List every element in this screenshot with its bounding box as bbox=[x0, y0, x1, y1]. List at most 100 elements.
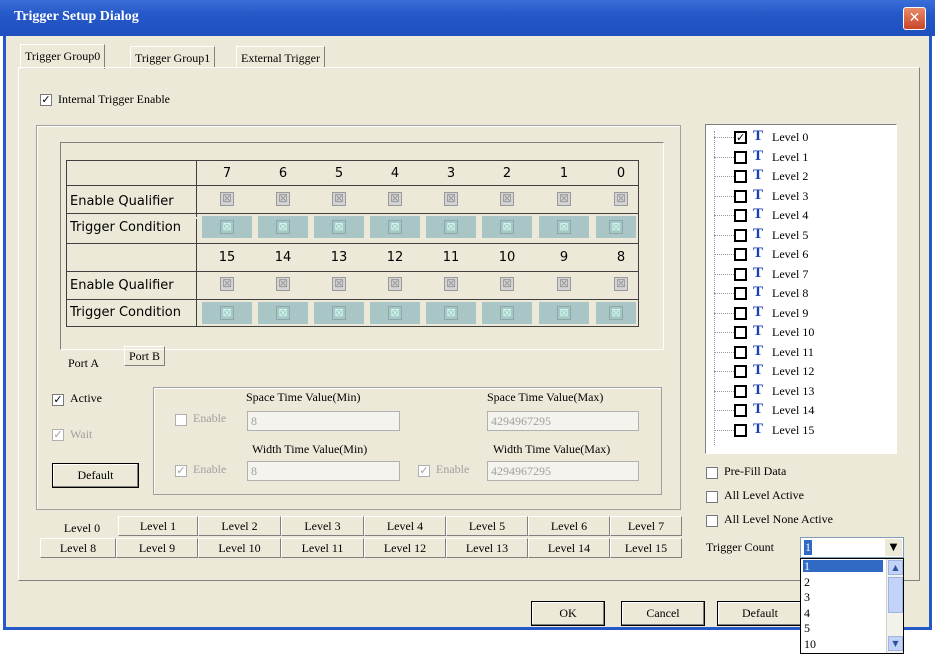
level-tab-4[interactable]: Level 4 bbox=[364, 516, 446, 536]
dropdown-option[interactable]: 4 bbox=[803, 607, 883, 619]
internal-trigger-checkbox[interactable]: ✓ bbox=[40, 94, 52, 106]
width-max-enable-checkbox[interactable]: ✓ bbox=[418, 465, 430, 477]
level-tab-14[interactable]: Level 14 bbox=[528, 538, 610, 558]
tree-item-checkbox[interactable] bbox=[734, 267, 747, 281]
space-min-field[interactable]: 8 bbox=[247, 411, 400, 431]
enable-qualifier-cell[interactable]: ⊠ bbox=[220, 277, 234, 291]
tree-item-checkbox[interactable] bbox=[734, 326, 747, 339]
level-tab-9[interactable]: Level 9 bbox=[116, 538, 198, 558]
level-tab-2[interactable]: Level 2 bbox=[198, 516, 281, 536]
trigger-condition-cell[interactable]: ⊠ bbox=[202, 302, 252, 324]
tree-item-level-12[interactable]: T Level 12 bbox=[706, 362, 896, 380]
trigger-condition-cell[interactable]: ⊠ bbox=[314, 302, 364, 324]
space-max-field[interactable]: 4294967295 bbox=[487, 411, 639, 431]
tree-item-level-0[interactable]: ✓ T Level 0 bbox=[706, 128, 896, 146]
width-min-field[interactable]: 8 bbox=[247, 461, 400, 481]
scroll-thumb[interactable] bbox=[888, 577, 903, 613]
active-checkbox[interactable]: ✓ bbox=[52, 394, 64, 406]
enable-qualifier-cell[interactable]: ⊠ bbox=[557, 192, 571, 206]
trigger-condition-cell[interactable]: ⊠ bbox=[202, 216, 252, 238]
trigger-condition-cell[interactable]: ⊠ bbox=[539, 302, 589, 324]
dropdown-option[interactable]: 1 bbox=[803, 560, 883, 572]
enable-qualifier-cell[interactable]: ⊠ bbox=[332, 277, 346, 291]
level-tab-10[interactable]: Level 10 bbox=[198, 538, 281, 558]
trigger-condition-cell[interactable]: ⊠ bbox=[426, 302, 476, 324]
enable-qualifier-cell[interactable]: ⊠ bbox=[444, 277, 458, 291]
tree-item-checkbox[interactable] bbox=[734, 345, 747, 359]
width-max-field[interactable]: 4294967295 bbox=[487, 461, 639, 481]
dropdown-option[interactable]: 2 bbox=[803, 576, 883, 588]
dropdown-option[interactable]: 5 bbox=[803, 622, 883, 634]
tree-item-checkbox[interactable] bbox=[734, 170, 747, 183]
level-tab-15[interactable]: Level 15 bbox=[610, 538, 682, 558]
all-level-none-active-checkbox[interactable] bbox=[706, 515, 718, 527]
trigger-condition-cell[interactable]: ⊠ bbox=[482, 216, 532, 238]
scroll-up-icon[interactable]: ▲ bbox=[888, 560, 903, 575]
trigger-condition-cell[interactable]: ⊠ bbox=[539, 216, 589, 238]
close-button[interactable]: ✕ bbox=[903, 7, 926, 30]
prefill-checkbox[interactable] bbox=[706, 467, 718, 479]
tab-port-a[interactable]: Port A bbox=[64, 352, 103, 374]
enable-qualifier-cell[interactable]: ⊠ bbox=[500, 192, 514, 206]
tree-item-level-1[interactable]: T Level 1 bbox=[706, 148, 896, 166]
trigger-condition-cell[interactable]: ⊠ bbox=[314, 216, 364, 238]
trigger-condition-cell[interactable]: ⊠ bbox=[482, 302, 532, 324]
width-min-enable-checkbox[interactable]: ✓ bbox=[175, 465, 187, 477]
trigger-condition-cell[interactable]: ⊠ bbox=[258, 216, 308, 238]
level-tab-0[interactable]: Level 0 bbox=[46, 519, 118, 539]
enable-qualifier-cell[interactable]: ⊠ bbox=[332, 192, 346, 206]
tab-port-b[interactable]: Port B bbox=[124, 346, 166, 366]
dropdown-option[interactable]: 10 bbox=[803, 638, 883, 650]
tree-item-level-11[interactable]: T Level 11 bbox=[706, 343, 896, 361]
trigger-condition-cell[interactable]: ⊠ bbox=[426, 216, 476, 238]
enable-qualifier-cell[interactable]: ⊠ bbox=[388, 277, 402, 291]
enable-qualifier-cell[interactable]: ⊠ bbox=[557, 277, 571, 291]
enable-qualifier-cell[interactable]: ⊠ bbox=[614, 192, 628, 206]
scroll-down-icon[interactable]: ▼ bbox=[888, 636, 903, 651]
tree-item-level-14[interactable]: T Level 14 bbox=[706, 401, 896, 419]
trigger-condition-cell[interactable]: ⊠ bbox=[596, 216, 636, 238]
tree-item-level-5[interactable]: T Level 5 bbox=[706, 226, 896, 244]
tree-item-checkbox[interactable] bbox=[734, 287, 747, 300]
tree-item-checkbox[interactable] bbox=[734, 189, 747, 203]
tree-item-level-4[interactable]: T Level 4 bbox=[706, 206, 896, 224]
default-level-button[interactable]: Default bbox=[52, 463, 139, 488]
all-level-active-checkbox[interactable] bbox=[706, 491, 718, 503]
level-tab-1[interactable]: Level 1 bbox=[118, 516, 198, 536]
enable-qualifier-cell[interactable]: ⊠ bbox=[220, 192, 234, 206]
level-tab-3[interactable]: Level 3 bbox=[281, 516, 364, 536]
enable-qualifier-cell[interactable]: ⊠ bbox=[276, 277, 290, 291]
cancel-button[interactable]: Cancel bbox=[621, 601, 705, 626]
tree-item-checkbox[interactable] bbox=[734, 228, 747, 242]
tree-item-level-9[interactable]: T Level 9 bbox=[706, 304, 896, 322]
tree-item-level-7[interactable]: T Level 7 bbox=[706, 265, 896, 283]
tab-external-trigger[interactable]: External Trigger bbox=[236, 46, 325, 68]
level-tab-6[interactable]: Level 6 bbox=[528, 516, 610, 536]
tree-item-level-8[interactable]: T Level 8 bbox=[706, 284, 896, 302]
tree-item-level-2[interactable]: T Level 2 bbox=[706, 167, 896, 185]
level-tab-8[interactable]: Level 8 bbox=[40, 538, 116, 558]
trigger-condition-cell[interactable]: ⊠ bbox=[370, 216, 420, 238]
trigger-condition-cell[interactable]: ⊠ bbox=[596, 302, 636, 324]
trigger-count-dropdown[interactable]: ▲ ▼ 1 2 3 4 5 10 bbox=[800, 558, 904, 654]
tree-item-checkbox[interactable]: ✓ bbox=[734, 131, 747, 144]
tree-item-level-10[interactable]: T Level 10 bbox=[706, 323, 896, 341]
tree-item-level-15[interactable]: T Level 15 bbox=[706, 421, 896, 439]
dropdown-option[interactable]: 3 bbox=[803, 591, 883, 603]
default-button[interactable]: Default bbox=[717, 601, 803, 626]
level-tab-11[interactable]: Level 11 bbox=[281, 538, 364, 558]
tree-item-checkbox[interactable] bbox=[734, 404, 747, 417]
trigger-count-select[interactable]: 1 ▼ bbox=[800, 537, 904, 558]
tree-item-checkbox[interactable] bbox=[734, 248, 747, 261]
enable-qualifier-cell[interactable]: ⊠ bbox=[276, 192, 290, 206]
enable-qualifier-cell[interactable]: ⊠ bbox=[444, 192, 458, 206]
enable-qualifier-cell[interactable]: ⊠ bbox=[614, 277, 628, 291]
level-tab-7[interactable]: Level 7 bbox=[610, 516, 682, 536]
tree-item-checkbox[interactable] bbox=[734, 423, 747, 437]
tree-item-level-13[interactable]: T Level 13 bbox=[706, 382, 896, 400]
level-tab-5[interactable]: Level 5 bbox=[446, 516, 528, 536]
wait-checkbox[interactable]: ✓ bbox=[52, 429, 64, 441]
tree-item-level-3[interactable]: T Level 3 bbox=[706, 187, 896, 205]
enable-qualifier-cell[interactable]: ⊠ bbox=[388, 192, 402, 206]
tree-item-checkbox[interactable] bbox=[734, 365, 747, 378]
